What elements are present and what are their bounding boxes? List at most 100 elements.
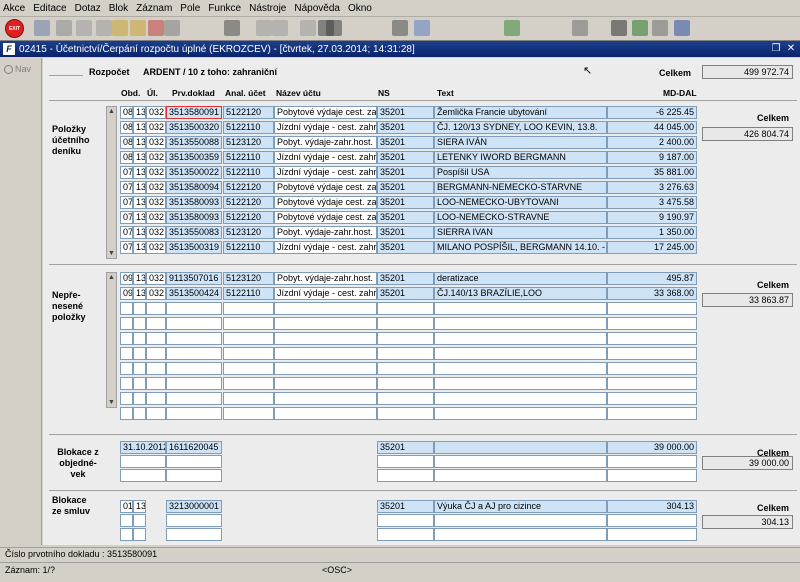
cell-obd[interactable]: 07 xyxy=(120,196,133,209)
cell-ns[interactable]: 35201 xyxy=(377,226,434,239)
cell-nazev[interactable]: Pobytové výdaje cest. zahr. xyxy=(274,211,377,224)
cell-doklad[interactable] xyxy=(166,302,222,315)
cell-ucet[interactable]: 5122110 xyxy=(223,166,274,179)
cell-obd[interactable]: 07 xyxy=(120,241,133,254)
cell-nazev[interactable]: Pobytové výdaje cest. zahr. xyxy=(274,181,377,194)
chart-icon[interactable] xyxy=(572,20,588,36)
cell-doklad[interactable]: 3213000001 xyxy=(166,500,222,513)
menu-item[interactable]: Akce xyxy=(3,3,25,14)
cell-x[interactable] xyxy=(146,317,166,330)
next-record-icon[interactable] xyxy=(300,20,316,36)
cell-ns[interactable] xyxy=(377,392,434,405)
cell-ul[interactable]: 13 xyxy=(133,151,146,164)
cell-x[interactable] xyxy=(146,347,166,360)
cell-ns[interactable] xyxy=(377,469,434,482)
cell-ul[interactable]: 13 xyxy=(133,121,146,134)
cell-amount[interactable]: -6 225.45 xyxy=(607,106,697,119)
cell-nazev[interactable]: Pobytové výdaje cest. zahr. xyxy=(274,196,377,209)
scroll-down-icon[interactable]: ▼ xyxy=(107,398,116,407)
menu-item[interactable]: Nápověda xyxy=(294,3,340,14)
cell-ul[interactable]: 13 xyxy=(133,272,146,285)
cell-nazev[interactable] xyxy=(274,332,377,345)
cell-ns[interactable]: 35201 xyxy=(377,121,434,134)
cell-nazev[interactable]: Pobytové výdaje cest. zahr. xyxy=(274,106,377,119)
cell-amount[interactable]: 39 000.00 xyxy=(607,441,697,454)
cell-ucet[interactable] xyxy=(223,407,274,420)
cell-amount[interactable] xyxy=(607,377,697,390)
cell-ucet[interactable] xyxy=(223,332,274,345)
cell-nazev[interactable]: Pobyt. výdaje-zahr.host. § xyxy=(274,136,377,149)
cell-amount[interactable]: 1 350.00 xyxy=(607,226,697,239)
cell-ucet[interactable] xyxy=(223,392,274,405)
cell-x[interactable] xyxy=(146,362,166,375)
cell-doklad[interactable]: 3513500359 xyxy=(166,151,222,164)
cell-obd[interactable] xyxy=(120,332,133,345)
cell-amount[interactable] xyxy=(607,455,697,468)
cell-ucet[interactable]: 5122120 xyxy=(223,181,274,194)
cell-obd[interactable] xyxy=(120,392,133,405)
grid-icon[interactable] xyxy=(652,20,668,36)
refresh-icon[interactable] xyxy=(148,20,164,36)
menu-item[interactable]: Pole xyxy=(180,3,200,14)
menu-item[interactable]: Okno xyxy=(348,3,372,14)
cell-text[interactable]: LETENKY IWORD BERGMANN xyxy=(434,151,607,164)
cell-ns[interactable] xyxy=(377,528,434,541)
cell-obd[interactable]: 07 xyxy=(120,226,133,239)
cell-text[interactable] xyxy=(434,528,607,541)
menu-item[interactable]: Záznam xyxy=(136,3,172,14)
cell-amount[interactable] xyxy=(607,392,697,405)
cell-amount[interactable]: 35 881.00 xyxy=(607,166,697,179)
cell-date[interactable] xyxy=(120,455,166,468)
cell-text[interactable]: LOO-NEMECKO-STRAVNE xyxy=(434,211,607,224)
cell-text[interactable] xyxy=(434,332,607,345)
cell-ns[interactable] xyxy=(377,362,434,375)
cell-text[interactable]: ČJ. 120/13 SYDNEY, LOO KEVIN, 13.8. xyxy=(434,121,607,134)
cell-ucet[interactable]: 5122120 xyxy=(223,106,274,119)
cell-obd[interactable] xyxy=(120,514,133,527)
cell-amount[interactable] xyxy=(607,362,697,375)
cell-date[interactable] xyxy=(120,469,166,482)
cell-doklad[interactable]: 3513550088 xyxy=(166,136,222,149)
cell-amount[interactable]: 3 276.63 xyxy=(607,181,697,194)
cell-doklad[interactable] xyxy=(166,347,222,360)
cell-doklad[interactable]: 3513550083 xyxy=(166,226,222,239)
cell-amount[interactable]: 33 368.00 xyxy=(607,287,697,300)
cell-nazev[interactable]: Jízdní výdaje - cest. zahr. xyxy=(274,287,377,300)
cell-ucet[interactable] xyxy=(223,347,274,360)
cell-text[interactable]: Pospíšil USA xyxy=(434,166,607,179)
search-icon[interactable] xyxy=(392,20,408,36)
cell-nazev[interactable] xyxy=(274,377,377,390)
cell-obd[interactable] xyxy=(120,317,133,330)
cell-amount[interactable]: 304.13 xyxy=(607,500,697,513)
cell-ns[interactable]: 35201 xyxy=(377,196,434,209)
cell-nazev[interactable] xyxy=(274,317,377,330)
cell-ul[interactable] xyxy=(133,302,146,315)
cell-x[interactable]: 032 xyxy=(146,241,166,254)
cell-text[interactable] xyxy=(434,377,607,390)
cell-ns[interactable]: 35201 xyxy=(377,181,434,194)
cell-ul[interactable]: 13 xyxy=(133,226,146,239)
sigma-icon[interactable] xyxy=(611,20,627,36)
cell-ucet[interactable] xyxy=(223,377,274,390)
cell-doklad[interactable]: 3513580093 xyxy=(166,211,222,224)
cell-text[interactable]: Výuka ČJ a AJ pro cizince xyxy=(434,500,607,513)
cell-obd[interactable] xyxy=(120,302,133,315)
menu-item[interactable]: Funkce xyxy=(208,3,241,14)
cell-obd[interactable] xyxy=(120,377,133,390)
open-icon[interactable] xyxy=(112,20,128,36)
cell-doklad[interactable]: 3513500424 xyxy=(166,287,222,300)
cell-obd[interactable] xyxy=(120,347,133,360)
cell-ucet[interactable] xyxy=(223,302,274,315)
cell-text[interactable] xyxy=(434,347,607,360)
cell-obd[interactable]: 07 xyxy=(120,211,133,224)
cell-ucet[interactable]: 5122120 xyxy=(223,196,274,209)
cell-ns[interactable] xyxy=(377,377,434,390)
cell-x[interactable]: 032 xyxy=(146,196,166,209)
first-record-icon[interactable] xyxy=(256,20,272,36)
cell-text[interactable]: Žemlička Francie ubytování xyxy=(434,106,607,119)
cell-ul[interactable] xyxy=(133,514,146,527)
cell-ns[interactable] xyxy=(377,514,434,527)
cell-obd[interactable]: 07 xyxy=(120,181,133,194)
cell-x[interactable] xyxy=(146,332,166,345)
cell-text[interactable] xyxy=(434,362,607,375)
